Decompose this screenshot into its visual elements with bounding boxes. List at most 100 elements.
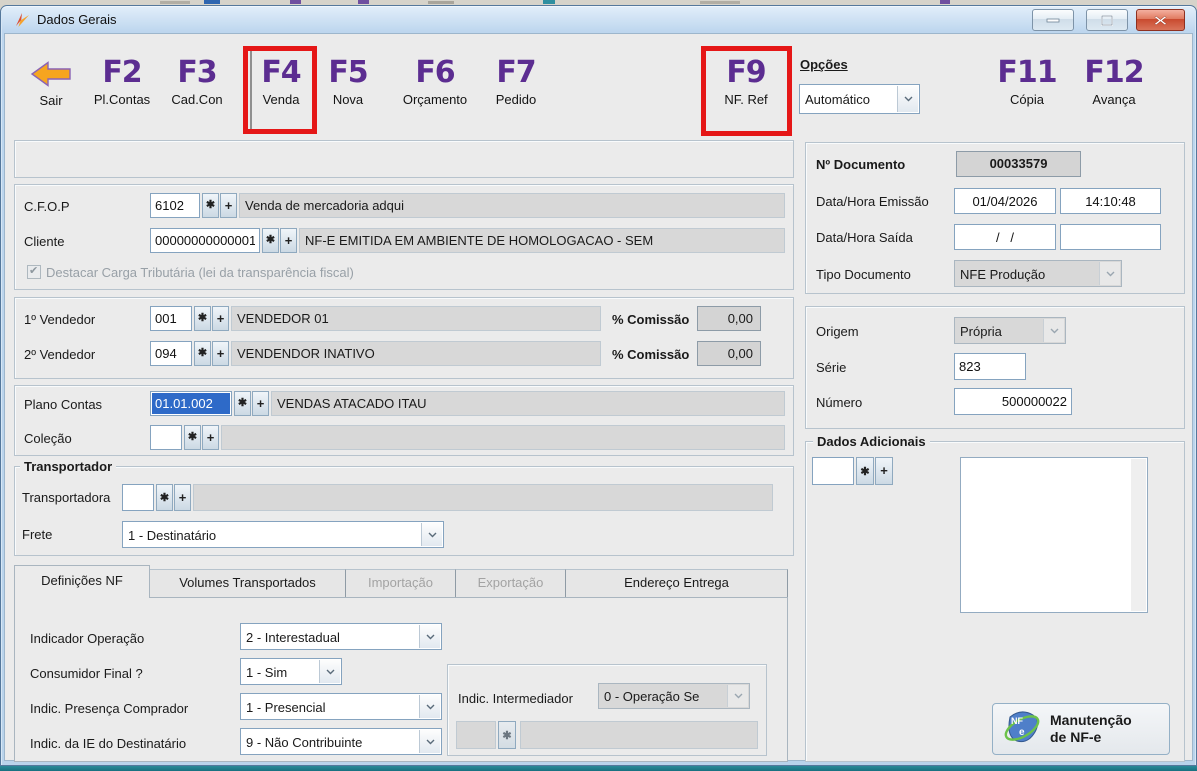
- nfe-icon: NF e: [1004, 711, 1040, 743]
- numero-input[interactable]: [954, 388, 1072, 415]
- cliente-label: Cliente: [24, 234, 65, 249]
- cfop-input[interactable]: [150, 193, 200, 218]
- cfop-add-button[interactable]: +: [220, 193, 237, 218]
- chevron-down-icon[interactable]: [319, 660, 340, 683]
- indic-presenca-value: 1 - Presencial: [246, 700, 326, 715]
- sair-button[interactable]: Sair: [22, 60, 80, 108]
- toolbar-button-f3[interactable]: F3 Cad.Con: [158, 55, 236, 108]
- transportadora-input[interactable]: [122, 484, 154, 511]
- sliver-mark: [358, 0, 369, 4]
- comissao2-label: % Comissão: [612, 347, 690, 362]
- dados-adicionais-add-button[interactable]: +: [875, 457, 893, 485]
- dados-adicionais-code-input[interactable]: [812, 457, 854, 485]
- plano-contas-input[interactable]: 01.01.002: [150, 391, 232, 416]
- transportadora-lookup-button[interactable]: ✱: [156, 484, 173, 511]
- transportadora-add-button[interactable]: +: [174, 484, 191, 511]
- toolbar-button-f2[interactable]: F2 Pl.Contas: [86, 56, 158, 108]
- indic-presenca-dropdown[interactable]: 1 - Presencial: [240, 693, 442, 720]
- chevron-down-icon[interactable]: [419, 695, 440, 718]
- vendedor1-lookup-button[interactable]: ✱: [194, 306, 211, 331]
- colecao-input[interactable]: [150, 425, 182, 450]
- hora-emissao-input[interactable]: [1060, 188, 1161, 214]
- consumidor-final-dropdown[interactable]: 1 - Sim: [240, 658, 342, 685]
- toolbar-button-f6[interactable]: F6 Orçamento: [392, 56, 478, 108]
- intermediador-lookup-button[interactable]: ✱: [498, 721, 516, 749]
- consumidor-final-label: Consumidor Final ?: [30, 666, 143, 681]
- chevron-down-icon[interactable]: [897, 86, 918, 112]
- minimize-button[interactable]: [1032, 9, 1074, 31]
- cliente-add-button[interactable]: +: [280, 228, 297, 253]
- f6-label: Orçamento: [402, 92, 468, 107]
- toolbar-button-f9[interactable]: F9 NF. Ref: [708, 56, 784, 108]
- maximize-icon: [1101, 14, 1113, 26]
- toolbar-button-f11[interactable]: F11 Cópia: [994, 56, 1060, 108]
- transportadora-description: [193, 484, 773, 511]
- cfop-description: Venda de mercadoria adqui: [239, 193, 785, 218]
- check-icon: ✔: [29, 265, 39, 277]
- vendedor1-input[interactable]: [150, 306, 192, 331]
- indic-ie-dropdown[interactable]: 9 - Não Contribuinte: [240, 728, 442, 755]
- toolbar-button-f5[interactable]: F5 Nova: [318, 56, 378, 108]
- f11-label: Cópia: [1010, 92, 1044, 107]
- colecao-lookup-button[interactable]: ✱: [184, 425, 201, 450]
- chevron-down-icon: [1043, 319, 1064, 342]
- cliente-lookup-button[interactable]: ✱: [262, 228, 279, 253]
- close-icon: [1154, 15, 1167, 25]
- cliente-input[interactable]: [150, 228, 260, 253]
- manutencao-line1: Manutenção: [1050, 712, 1132, 728]
- plano-contas-add-button[interactable]: +: [252, 391, 269, 416]
- vendedor2-input[interactable]: [150, 341, 192, 366]
- serie-label: Série: [816, 360, 847, 375]
- vendedor1-add-button[interactable]: +: [212, 306, 229, 331]
- f3-key: F3: [177, 55, 217, 90]
- svg-text:e: e: [1019, 727, 1025, 738]
- vendedor2-add-button[interactable]: +: [212, 341, 229, 366]
- toolbar-button-f7[interactable]: F7 Pedido: [482, 56, 550, 108]
- cfop-label: C.F.O.P: [24, 199, 70, 214]
- vendedor1-label: 1º Vendedor: [24, 312, 96, 327]
- hora-saida-input[interactable]: [1060, 224, 1161, 250]
- tab-importacao: Importação: [346, 569, 456, 598]
- indicador-operacao-value: 2 - Interestadual: [246, 630, 340, 645]
- origem-label: Origem: [816, 324, 859, 339]
- screen: Dados Gerais Sair F2 Pl.Contas F3 Cad.Co…: [0, 0, 1197, 771]
- sair-label: Sair: [39, 93, 63, 108]
- intermediador-description: [520, 721, 758, 749]
- tab-definicoes-nf[interactable]: Definições NF: [14, 565, 150, 598]
- tab-endereco-entrega[interactable]: Endereço Entrega: [566, 569, 788, 598]
- comissao1-value: 0,00: [697, 306, 761, 331]
- colecao-label: Coleção: [24, 431, 72, 446]
- opcoes-dropdown[interactable]: Automático: [799, 84, 920, 114]
- f12-key: F12: [1084, 55, 1144, 90]
- chevron-down-icon[interactable]: [419, 625, 440, 648]
- textarea-scroll-strip[interactable]: [1131, 459, 1146, 611]
- toolbar-button-f4[interactable]: F4 Venda: [248, 56, 314, 108]
- tab-volumes-transportados[interactable]: Volumes Transportados: [150, 569, 346, 598]
- plano-contas-lookup-button[interactable]: ✱: [234, 391, 251, 416]
- cfop-lookup-button[interactable]: ✱: [202, 193, 219, 218]
- toolbar-button-f12[interactable]: F12 Avança: [1078, 55, 1150, 108]
- destacar-checkbox[interactable]: ✔: [27, 265, 41, 279]
- data-emissao-input[interactable]: [954, 188, 1056, 214]
- numero-documento-label: Nº Documento: [816, 157, 906, 172]
- dados-adicionais-lookup-button[interactable]: ✱: [856, 457, 874, 485]
- indicador-operacao-label: Indicador Operação: [30, 631, 145, 646]
- serie-input[interactable]: [954, 353, 1026, 380]
- comissao1-label: % Comissão: [612, 312, 690, 327]
- data-saida-input[interactable]: [954, 224, 1056, 250]
- numero-documento-value: 00033579: [956, 151, 1081, 177]
- indicador-operacao-dropdown[interactable]: 2 - Interestadual: [240, 623, 442, 650]
- vendedor2-lookup-button[interactable]: ✱: [194, 341, 211, 366]
- colecao-description: [221, 425, 785, 450]
- tipo-documento-value: NFE Produção: [960, 267, 1046, 282]
- chevron-down-icon[interactable]: [419, 730, 440, 753]
- sliver-mark: [428, 1, 454, 4]
- dados-adicionais-textarea[interactable]: [960, 457, 1148, 613]
- tipo-documento-dropdown: NFE Produção: [954, 260, 1122, 287]
- chevron-down-icon[interactable]: [421, 523, 442, 546]
- manutencao-nfe-button[interactable]: NF e Manutenção de NF-e: [992, 703, 1170, 755]
- close-button[interactable]: [1136, 9, 1185, 31]
- frete-dropdown[interactable]: 1 - Destinatário: [122, 521, 444, 548]
- maximize-button[interactable]: [1086, 9, 1128, 31]
- colecao-add-button[interactable]: +: [202, 425, 219, 450]
